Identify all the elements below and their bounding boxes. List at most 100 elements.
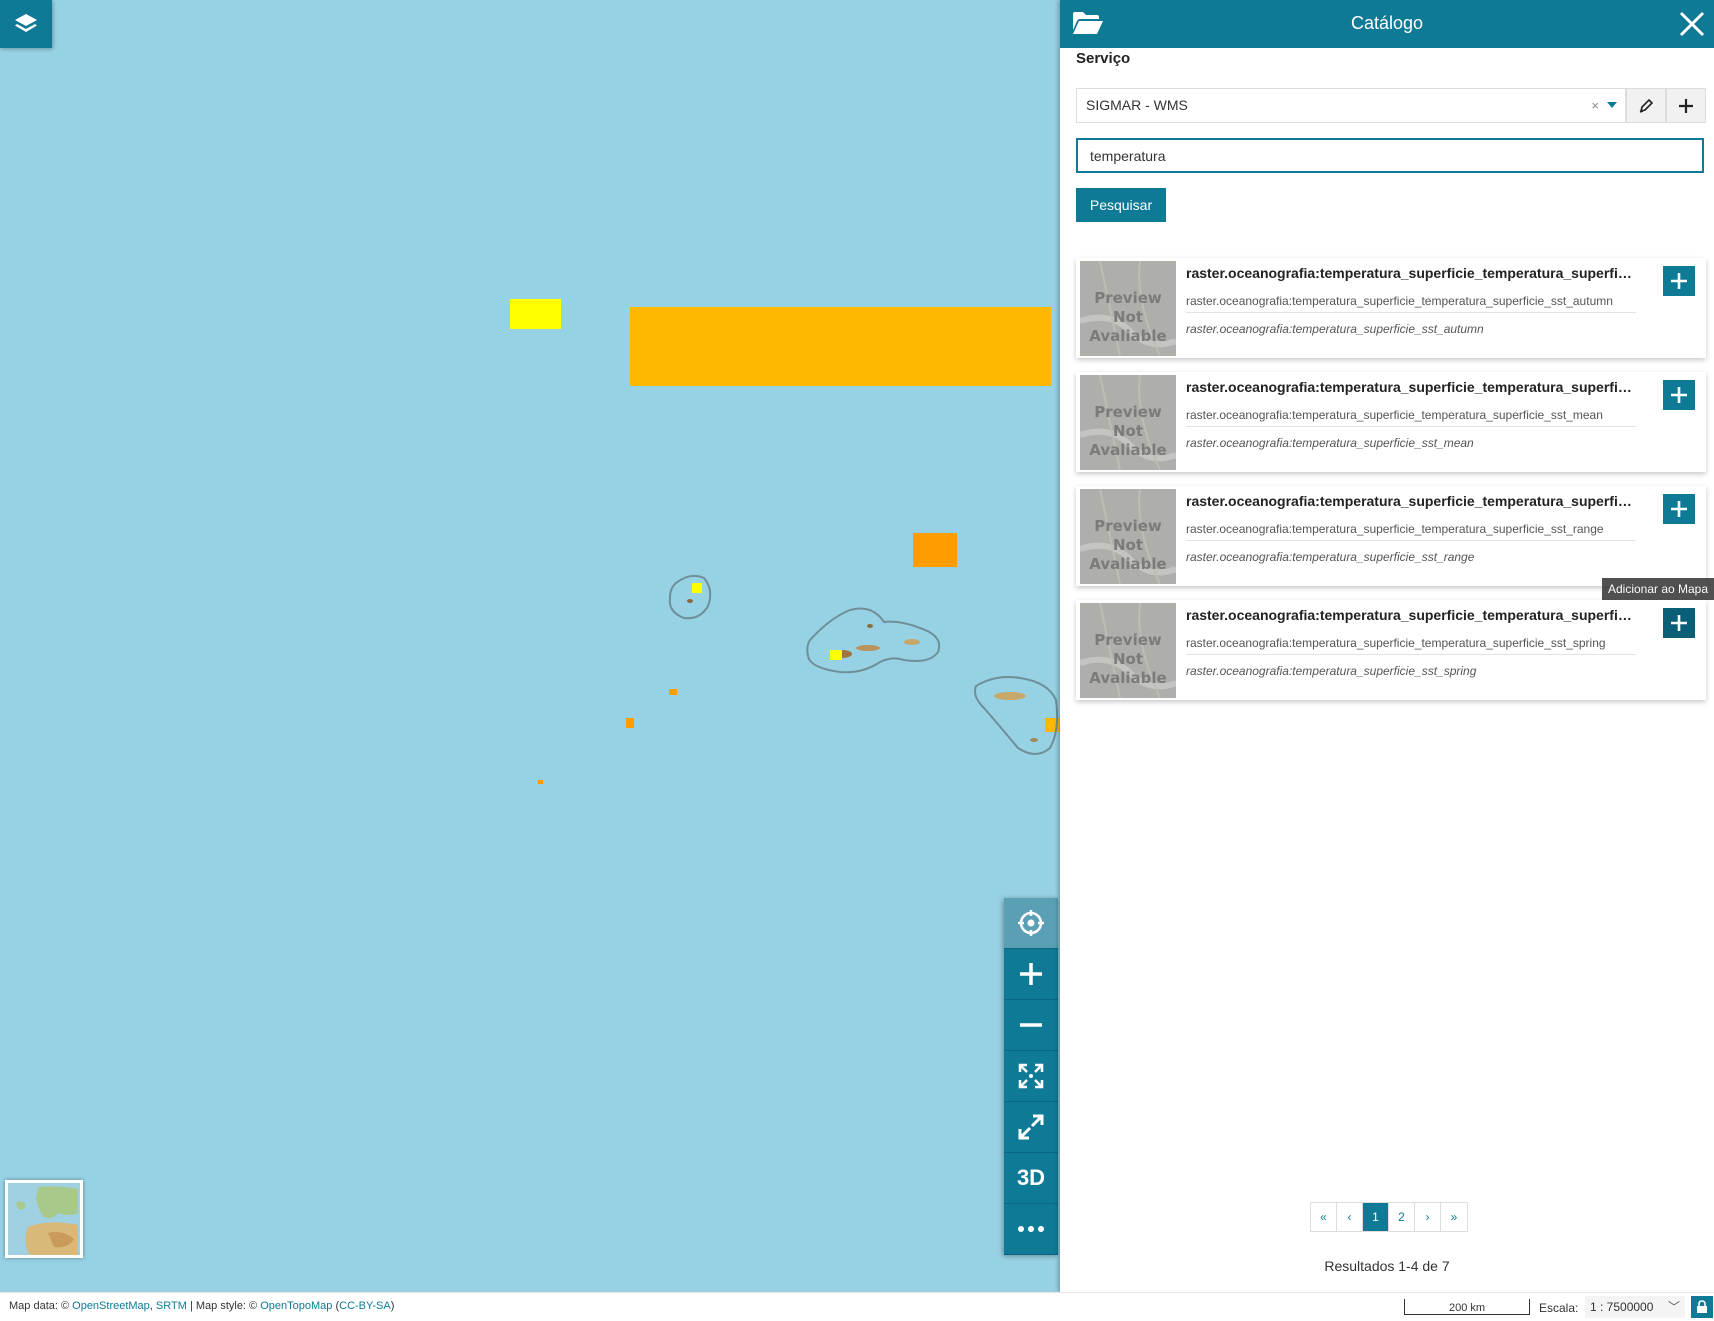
zoom-in-icon bbox=[1020, 963, 1042, 985]
preview-text: Preview Not Avaliable bbox=[1089, 289, 1167, 345]
service-label: Serviço bbox=[1076, 50, 1131, 67]
panel-title: Catálogo bbox=[1350, 13, 1424, 33]
plus-icon bbox=[1671, 615, 1687, 631]
overview-minimap[interactable] bbox=[5, 1180, 83, 1258]
zoom-extent-icon bbox=[1018, 1063, 1044, 1089]
record-identifier: raster.oceanografia:temperatura_superfic… bbox=[1186, 636, 1636, 655]
footer-action-button[interactable] bbox=[1691, 1296, 1713, 1318]
add-to-map-button[interactable] bbox=[1663, 266, 1695, 296]
opentopomap-link[interactable]: OpenTopoMap bbox=[260, 1300, 332, 1312]
preview-text: Preview Not Avaliable bbox=[1089, 403, 1167, 459]
map-layers bbox=[510, 299, 1060, 784]
plus-icon bbox=[1671, 501, 1687, 517]
results-list: Preview Not Avaliable raster.oceanografia… bbox=[1076, 258, 1706, 714]
pencil-icon bbox=[1639, 98, 1654, 113]
island bbox=[904, 639, 920, 645]
list-item: Preview Not Avaliable raster.oceanografia… bbox=[1076, 372, 1706, 472]
3d-toggle-button[interactable]: 3D bbox=[1004, 1153, 1058, 1204]
list-item: Preview Not Avaliable raster.oceanografia… bbox=[1076, 600, 1706, 700]
more-button[interactable] bbox=[1004, 1204, 1058, 1255]
preview-text: Preview Not Avaliable bbox=[1089, 517, 1167, 573]
raster-cell bbox=[538, 780, 543, 784]
raster-cell bbox=[669, 689, 677, 695]
raster-cell bbox=[510, 299, 561, 329]
pagination: « ‹ 1 2 › » bbox=[1310, 1202, 1468, 1232]
island bbox=[856, 645, 880, 651]
srtm-link[interactable]: SRTM bbox=[156, 1300, 187, 1312]
fullscreen-button[interactable] bbox=[1004, 1102, 1058, 1153]
license-link[interactable]: CC-BY-SA bbox=[339, 1300, 391, 1312]
layers-button[interactable] bbox=[0, 0, 52, 48]
island bbox=[1030, 738, 1038, 742]
next-page-button[interactable]: › bbox=[1415, 1203, 1441, 1231]
add-service-button[interactable] bbox=[1666, 88, 1706, 123]
preview-thumbnail: Preview Not Avaliable bbox=[1080, 375, 1176, 470]
island bbox=[687, 599, 693, 603]
layers-icon bbox=[15, 14, 37, 32]
more-icon bbox=[1018, 1226, 1044, 1232]
record-title: raster.oceanografia:temperatura_superfic… bbox=[1186, 379, 1636, 395]
last-page-button[interactable]: » bbox=[1441, 1203, 1467, 1231]
add-to-map-tooltip: Adicionar ao Mapa bbox=[1602, 578, 1714, 600]
clear-icon[interactable]: × bbox=[1591, 89, 1599, 122]
record-description: raster.oceanografia:temperatura_superfic… bbox=[1186, 664, 1477, 678]
raster-cell bbox=[630, 307, 1051, 386]
scale-label: Escala: bbox=[1539, 1301, 1579, 1315]
plus-icon bbox=[1671, 273, 1687, 289]
catalog-panel: Catálogo Serviço SIGMAR - WMS × Pesquisa… bbox=[1060, 0, 1714, 1292]
edit-service-button[interactable] bbox=[1626, 88, 1666, 123]
first-page-button[interactable]: « bbox=[1311, 1203, 1337, 1231]
app: 3D Catálogo Serviço SIGMAR - WMS × tempe… bbox=[0, 0, 1714, 1321]
locate-button[interactable] bbox=[1004, 898, 1058, 949]
scale-bar: 200 km bbox=[1404, 1299, 1530, 1315]
prev-page-button[interactable]: ‹ bbox=[1337, 1203, 1363, 1231]
results-count: Resultados 1-4 de 7 bbox=[1324, 1258, 1450, 1274]
zoom-out-button[interactable] bbox=[1004, 1000, 1058, 1051]
island bbox=[994, 692, 1026, 700]
record-title: raster.oceanografia:temperatura_superfic… bbox=[1186, 265, 1636, 281]
island-outline bbox=[668, 574, 712, 620]
osm-link[interactable]: OpenStreetMap bbox=[72, 1300, 150, 1312]
minimap-image bbox=[8, 1183, 80, 1255]
add-to-map-button[interactable] bbox=[1663, 608, 1695, 638]
preview-text: Preview Not Avaliable bbox=[1089, 631, 1167, 687]
record-description: raster.oceanografia:temperatura_superfic… bbox=[1186, 322, 1484, 336]
fullscreen-icon bbox=[1018, 1114, 1044, 1140]
map-viewport[interactable]: 3D bbox=[0, 0, 1060, 1292]
lock-icon bbox=[1697, 1300, 1707, 1313]
record-identifier: raster.oceanografia:temperatura_superfic… bbox=[1186, 408, 1636, 427]
scale-select[interactable]: 1 : 7500000 ﹀ bbox=[1585, 1296, 1685, 1318]
locate-icon bbox=[1018, 910, 1044, 936]
plus-icon bbox=[1679, 98, 1693, 113]
close-icon[interactable] bbox=[1678, 10, 1706, 38]
list-item: Preview Not Avaliable raster.oceanografia… bbox=[1076, 258, 1706, 358]
island-outline bbox=[974, 676, 1059, 755]
service-select[interactable]: SIGMAR - WMS × bbox=[1076, 88, 1626, 123]
add-to-map-button[interactable] bbox=[1663, 494, 1695, 524]
raster-cell bbox=[692, 583, 702, 593]
chevron-down-icon: ﹀ bbox=[1667, 1300, 1680, 1314]
preview-thumbnail: Preview Not Avaliable bbox=[1080, 489, 1176, 584]
record-identifier: raster.oceanografia:temperatura_superfic… bbox=[1186, 522, 1636, 541]
page-2-button[interactable]: 2 bbox=[1389, 1203, 1415, 1231]
page-1-button[interactable]: 1 bbox=[1363, 1203, 1389, 1231]
service-select-value: SIGMAR - WMS bbox=[1086, 97, 1188, 113]
map-footer: Map data: © OpenStreetMap, SRTM | Map st… bbox=[0, 1292, 1714, 1321]
search-button[interactable]: Pesquisar bbox=[1076, 188, 1166, 222]
search-input[interactable] bbox=[1076, 138, 1704, 173]
raster-cell bbox=[830, 650, 842, 660]
chevron-down-icon[interactable] bbox=[1607, 102, 1617, 108]
record-title: raster.oceanografia:temperatura_superfic… bbox=[1186, 607, 1636, 623]
raster-cell bbox=[913, 533, 957, 567]
panel-header: Catálogo bbox=[1060, 0, 1714, 48]
raster-cell bbox=[626, 718, 634, 728]
record-description: raster.oceanografia:temperatura_superfic… bbox=[1186, 550, 1475, 564]
zoom-in-button[interactable] bbox=[1004, 949, 1058, 1000]
zoom-extent-button[interactable] bbox=[1004, 1051, 1058, 1102]
plus-icon bbox=[1671, 387, 1687, 403]
zoom-out-icon bbox=[1020, 1023, 1042, 1027]
list-item: Preview Not Avaliable raster.oceanografia… bbox=[1076, 486, 1706, 586]
record-title: raster.oceanografia:temperatura_superfic… bbox=[1186, 493, 1636, 509]
3d-toggle-label: 3D bbox=[1016, 1165, 1046, 1190]
add-to-map-button[interactable] bbox=[1663, 380, 1695, 410]
